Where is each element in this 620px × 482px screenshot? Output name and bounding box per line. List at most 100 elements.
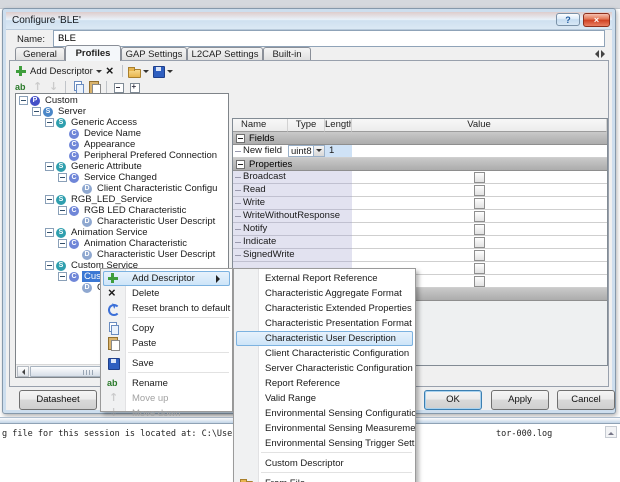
- open-profile-icon[interactable]: [127, 65, 141, 78]
- menu-item-valid-range[interactable]: Valid Range: [234, 391, 415, 406]
- tree-item[interactable]: D Client Characteristic Configu: [16, 183, 228, 194]
- help-button[interactable]: ?: [556, 13, 580, 26]
- new-field-name[interactable]: New field: [233, 145, 288, 158]
- log-scroll-up-button[interactable]: [605, 426, 617, 438]
- menu-item-environmental-sensing-trigger-setting[interactable]: Environmental Sensing Trigger Setting: [234, 436, 415, 451]
- add-descriptor-button[interactable]: Add Descriptor: [30, 66, 93, 77]
- property-checkbox[interactable]: [474, 262, 485, 274]
- tree-item[interactable]: C Service Changed: [16, 172, 228, 183]
- open-dropdown-icon[interactable]: [142, 69, 149, 76]
- tree-item[interactable]: C RGB LED Characteristic: [16, 205, 228, 216]
- ok-button[interactable]: OK: [424, 390, 482, 410]
- menu-item-characteristic-user-description[interactable]: Characteristic User Description: [236, 331, 413, 346]
- menu-item-environmental-sensing-configuration[interactable]: Environmental Sensing Configuration: [234, 406, 415, 421]
- add-descriptor-icon[interactable]: [15, 65, 27, 77]
- tree-expander-icon[interactable]: [58, 239, 67, 248]
- tree-expander-icon[interactable]: [58, 173, 67, 182]
- tree-expander-icon[interactable]: [45, 261, 54, 270]
- menu-item-characteristic-aggregate-format[interactable]: Characteristic Aggregate Format: [234, 286, 415, 301]
- group-expander-icon[interactable]: [236, 160, 245, 169]
- grid-group-row[interactable]: Properties: [233, 158, 607, 171]
- menu-item-external-report-reference[interactable]: External Report Reference: [234, 271, 415, 286]
- grid-group-row[interactable]: Fields: [233, 132, 607, 145]
- tab-l2cap-settings[interactable]: L2CAP Settings: [187, 47, 263, 61]
- type-dropdown-icon[interactable]: [313, 146, 324, 156]
- tree-expander-icon[interactable]: [58, 206, 67, 215]
- menu-item-custom-descriptor[interactable]: Custom Descriptor: [234, 456, 415, 471]
- menu-item-from-file[interactable]: From File...: [234, 476, 415, 482]
- tree-item[interactable]: P Custom: [16, 95, 228, 106]
- collapse-all-icon[interactable]: [113, 81, 125, 93]
- tree-item[interactable]: D Characteristic User Descript: [16, 216, 228, 227]
- move-up-icon[interactable]: [31, 81, 43, 93]
- tree-item[interactable]: S Animation Service: [16, 227, 228, 238]
- paste-icon[interactable]: [88, 81, 101, 95]
- tree-expander-icon[interactable]: [45, 228, 54, 237]
- property-checkbox[interactable]: [474, 171, 485, 183]
- property-checkbox[interactable]: [474, 184, 485, 196]
- rename-icon[interactable]: [15, 81, 27, 93]
- save-profile-icon[interactable]: [152, 65, 165, 78]
- new-field-type-select[interactable]: uint8: [288, 145, 325, 157]
- move-down-icon[interactable]: [47, 81, 59, 93]
- menu-item-client-characteristic-configuration[interactable]: Client Characteristic Configuration: [234, 346, 415, 361]
- tab-scroll-right-icon[interactable]: [601, 50, 609, 58]
- tree-item[interactable]: S Generic Attribute: [16, 161, 228, 172]
- new-field-length-cell[interactable]: 1: [325, 145, 352, 158]
- new-field-value-cell[interactable]: [352, 145, 607, 158]
- menu-item-reset-branch-to-default[interactable]: Reset branch to default: [101, 301, 232, 316]
- menu-item-server-characteristic-configuration[interactable]: Server Characteristic Configuration: [234, 361, 415, 376]
- tab-scroll-arrows[interactable]: [591, 50, 611, 60]
- tree-expander-icon[interactable]: [58, 272, 67, 281]
- property-checkbox[interactable]: [474, 210, 485, 222]
- tree-item[interactable]: C Animation Characteristic: [16, 238, 228, 249]
- service-icon: S: [56, 161, 66, 172]
- toolbar-separator: [106, 81, 107, 93]
- copy-icon[interactable]: [72, 81, 84, 94]
- property-checkbox[interactable]: [474, 236, 485, 248]
- tree-expander-icon[interactable]: [32, 107, 41, 116]
- tab-profiles[interactable]: Profiles: [65, 45, 121, 61]
- property-checkbox[interactable]: [474, 223, 485, 235]
- tab-scroll-left-icon[interactable]: [591, 50, 599, 58]
- close-button[interactable]: ×: [583, 13, 610, 27]
- apply-button[interactable]: Apply: [491, 390, 549, 410]
- datasheet-button[interactable]: Datasheet: [19, 390, 97, 410]
- tree-item[interactable]: D Characteristic User Descript: [16, 249, 228, 260]
- tree-expander-icon[interactable]: [45, 162, 54, 171]
- menu-item-add-descriptor[interactable]: Add Descriptor: [103, 271, 230, 286]
- menu-item-delete[interactable]: Delete: [101, 286, 232, 301]
- tab-gap-settings[interactable]: GAP Settings: [121, 47, 187, 61]
- group-expander-icon[interactable]: [236, 134, 245, 143]
- menu-item-save[interactable]: Save: [101, 356, 232, 371]
- menu-item-paste[interactable]: Paste: [101, 336, 232, 351]
- menu-item-copy[interactable]: Copy: [101, 321, 232, 336]
- tree-expander-icon[interactable]: [45, 118, 54, 127]
- tree-expander-icon[interactable]: [45, 195, 54, 204]
- tree-item[interactable]: S Server: [16, 106, 228, 117]
- tree-item[interactable]: C Device Name: [16, 128, 228, 139]
- tree-item[interactable]: C Peripheral Prefered Connection: [16, 150, 228, 161]
- name-input[interactable]: [53, 30, 605, 47]
- delete-node-icon[interactable]: [105, 64, 117, 77]
- cancel-button[interactable]: Cancel: [557, 390, 615, 410]
- property-checkbox[interactable]: [474, 275, 485, 287]
- scroll-left-button[interactable]: [17, 366, 29, 377]
- save-dropdown-icon[interactable]: [166, 69, 173, 76]
- tab-general[interactable]: General: [15, 47, 65, 61]
- menu-item-rename[interactable]: Rename: [101, 376, 232, 391]
- tree-expander-icon[interactable]: [19, 96, 28, 105]
- menu-item-report-reference[interactable]: Report Reference: [234, 376, 415, 391]
- property-checkbox[interactable]: [474, 197, 485, 209]
- tree-item[interactable]: S RGB_LED_Service: [16, 194, 228, 205]
- property-checkbox[interactable]: [474, 249, 485, 261]
- expand-all-icon[interactable]: [129, 81, 141, 93]
- add-descriptor-dropdown-icon[interactable]: [95, 69, 102, 76]
- tree-item[interactable]: C Appearance: [16, 139, 228, 150]
- dialog-titlebar[interactable]: Configure 'BLE': [6, 12, 612, 30]
- menu-item-characteristic-presentation-format[interactable]: Characteristic Presentation Format: [234, 316, 415, 331]
- menu-item-environmental-sensing-measurement[interactable]: Environmental Sensing Measurement: [234, 421, 415, 436]
- tree-item[interactable]: S Generic Access: [16, 117, 228, 128]
- menu-item-characteristic-extended-properties[interactable]: Characteristic Extended Properties: [234, 301, 415, 316]
- tab-built-in[interactable]: Built-in: [263, 47, 311, 61]
